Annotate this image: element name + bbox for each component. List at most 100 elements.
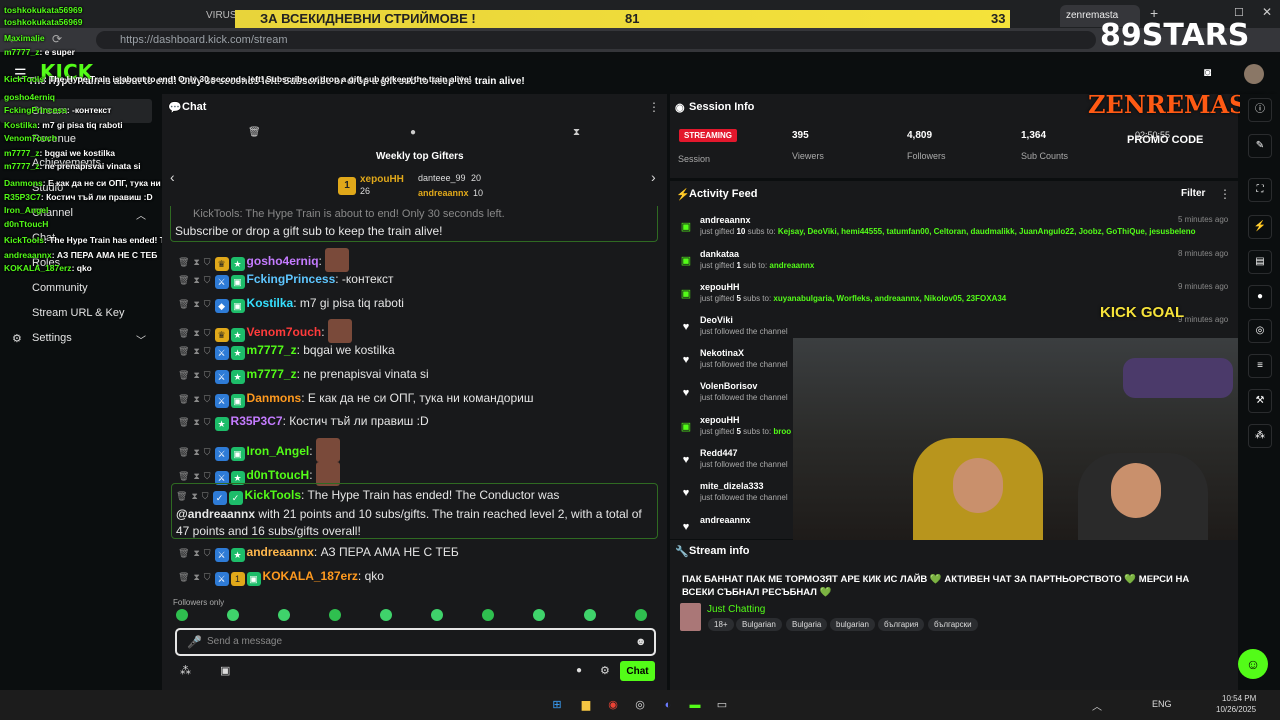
lightning-icon[interactable]: ⚡: [1248, 215, 1272, 239]
emote-icon[interactable]: [227, 609, 239, 621]
chevron-up-icon[interactable]: ︿: [1092, 698, 1102, 713]
ban-icon[interactable]: ⛉: [204, 548, 211, 558]
chat-username[interactable]: m7777_z: [247, 343, 297, 357]
chat-username[interactable]: R35P3C7: [231, 414, 283, 428]
more-icon[interactable]: ⋮: [648, 100, 660, 114]
timeout-icon[interactable]: ⧗: [193, 257, 199, 267]
delete-icon[interactable]: 🗑: [178, 572, 189, 582]
category-name[interactable]: Just Chatting: [707, 604, 765, 615]
chat-username[interactable]: m7777_z: [247, 367, 297, 381]
url-field[interactable]: https://dashboard.kick.com/stream: [96, 31, 1096, 49]
page-icon[interactable]: ▤: [1248, 250, 1272, 274]
filter-button[interactable]: Filter: [1181, 188, 1205, 199]
windows-start-icon[interactable]: ⊞: [548, 696, 566, 714]
delete-icon[interactable]: 🗑: [178, 447, 189, 457]
chevron-left-icon[interactable]: ‹: [170, 169, 175, 185]
gear-icon[interactable]: ⚙: [600, 664, 610, 677]
emote-icon[interactable]: [482, 609, 494, 621]
chat-send-button[interactable]: Chat: [620, 661, 655, 681]
avatar[interactable]: [1244, 64, 1264, 84]
delete-icon[interactable]: 🗑: [178, 328, 189, 338]
ban-icon[interactable]: ⛉: [204, 471, 211, 481]
emote-icon[interactable]: [533, 609, 545, 621]
ban-icon[interactable]: ⛉: [204, 257, 211, 267]
ban-icon[interactable]: ⛉: [204, 346, 211, 356]
stream-tag[interactable]: Bulgarian: [736, 618, 782, 631]
timeout-icon[interactable]: ⧗: [193, 370, 199, 380]
delete-icon[interactable]: 🗑: [178, 471, 189, 481]
message-icon[interactable]: ●: [410, 127, 416, 138]
wrench-icon[interactable]: ⚒: [1248, 389, 1272, 413]
timeout-icon[interactable]: ⧗: [193, 346, 199, 356]
chat-username[interactable]: gosho4erniq: [247, 254, 319, 268]
more-icon[interactable]: ⋮: [1219, 187, 1231, 201]
timeout-icon[interactable]: ⧗: [193, 417, 199, 427]
ban-icon[interactable]: ⛉: [204, 417, 211, 427]
edit-icon[interactable]: ✎: [1248, 134, 1272, 158]
emote-icon[interactable]: [635, 609, 647, 621]
apps-icon[interactable]: ⁂: [1248, 424, 1272, 448]
hourglass-icon[interactable]: ⧗: [573, 127, 580, 138]
ban-icon[interactable]: ⛉: [204, 572, 211, 582]
emoji-icon[interactable]: ☻: [635, 630, 647, 654]
chat-username[interactable]: d0nTtoucH: [247, 468, 310, 482]
sidebar-item-settings[interactable]: ⚙ Settings ﹀: [0, 330, 152, 350]
timeout-icon[interactable]: ⧗: [193, 548, 199, 558]
input-language[interactable]: ENG: [1152, 699, 1172, 709]
delete-icon[interactable]: 🗑: [178, 548, 189, 558]
emote-icon[interactable]: [380, 609, 392, 621]
info-icon[interactable]: ⓘ: [1248, 98, 1272, 122]
delete-icon[interactable]: 🗑: [178, 299, 189, 309]
delete-icon[interactable]: 🗑: [178, 275, 189, 285]
ban-icon[interactable]: ⛉: [202, 491, 209, 501]
help-chat-icon[interactable]: ☺: [1238, 649, 1268, 679]
timeout-icon[interactable]: ⧗: [191, 491, 197, 501]
gift-icon[interactable]: ▣: [220, 664, 230, 677]
chat-username[interactable]: andreaannx: [247, 545, 314, 559]
delete-icon[interactable]: 🗑: [178, 394, 189, 404]
stream-tag[interactable]: bulgarian: [830, 618, 875, 631]
chat-username[interactable]: KOKALA_187erz: [263, 569, 358, 583]
sidebar-item-community[interactable]: Community: [0, 280, 152, 300]
expand-icon[interactable]: ⛶: [1248, 178, 1272, 202]
delete-icon[interactable]: 🗑: [178, 417, 189, 427]
ban-icon[interactable]: ⛉: [204, 299, 211, 309]
close-window-icon[interactable]: ✕: [1262, 5, 1272, 19]
server-icon[interactable]: ≡: [1248, 354, 1272, 378]
chat-username[interactable]: Venom7ouch: [247, 325, 322, 339]
emote-icon[interactable]: [329, 609, 341, 621]
terminal-icon[interactable]: ▭: [713, 696, 731, 714]
obs-icon[interactable]: ◎: [631, 696, 649, 714]
activity-user[interactable]: andreaannx: [700, 215, 1230, 225]
apps-icon[interactable]: ⁂: [180, 664, 191, 677]
chevron-right-icon[interactable]: ›: [651, 169, 656, 185]
activity-user[interactable]: dankataa: [700, 249, 1230, 259]
delete-icon[interactable]: 🗑: [178, 257, 189, 267]
timeout-icon[interactable]: ⧗: [193, 328, 199, 338]
ban-icon[interactable]: ⛉: [204, 394, 211, 404]
ban-icon[interactable]: ⛉: [204, 275, 211, 285]
chat-username[interactable]: Kostilka: [247, 296, 294, 310]
timeout-icon[interactable]: ⧗: [193, 471, 199, 481]
notifications-icon[interactable]: ◙: [1204, 65, 1211, 79]
ban-icon[interactable]: ⛉: [204, 447, 211, 457]
delete-icon[interactable]: 🗑: [176, 491, 187, 501]
delete-icon[interactable]: 🗑: [178, 370, 189, 380]
emote-icon[interactable]: [584, 609, 596, 621]
ban-icon[interactable]: ⛉: [204, 328, 211, 338]
kick-app-icon[interactable]: ▬: [686, 696, 704, 714]
chat-settings-icon[interactable]: ●: [576, 665, 582, 676]
timeout-icon[interactable]: ⧗: [193, 447, 199, 457]
chat-bubble-icon[interactable]: ●: [1248, 285, 1272, 309]
file-explorer-icon[interactable]: ▆: [577, 696, 595, 714]
trash-icon[interactable]: 🗑: [248, 127, 261, 138]
timeout-icon[interactable]: ⧗: [193, 275, 199, 285]
stream-tag[interactable]: Bulgaria: [786, 618, 828, 631]
emote-icon[interactable]: [176, 609, 188, 621]
discord-icon[interactable]: ◐: [659, 696, 677, 714]
timeout-icon[interactable]: ⧗: [193, 299, 199, 309]
chat-username[interactable]: Danmons: [247, 391, 302, 405]
chrome-icon[interactable]: ◉: [604, 696, 622, 714]
chat-input[interactable]: 🎤 Send a message ☻: [175, 628, 656, 656]
timeout-icon[interactable]: ⧗: [193, 394, 199, 404]
